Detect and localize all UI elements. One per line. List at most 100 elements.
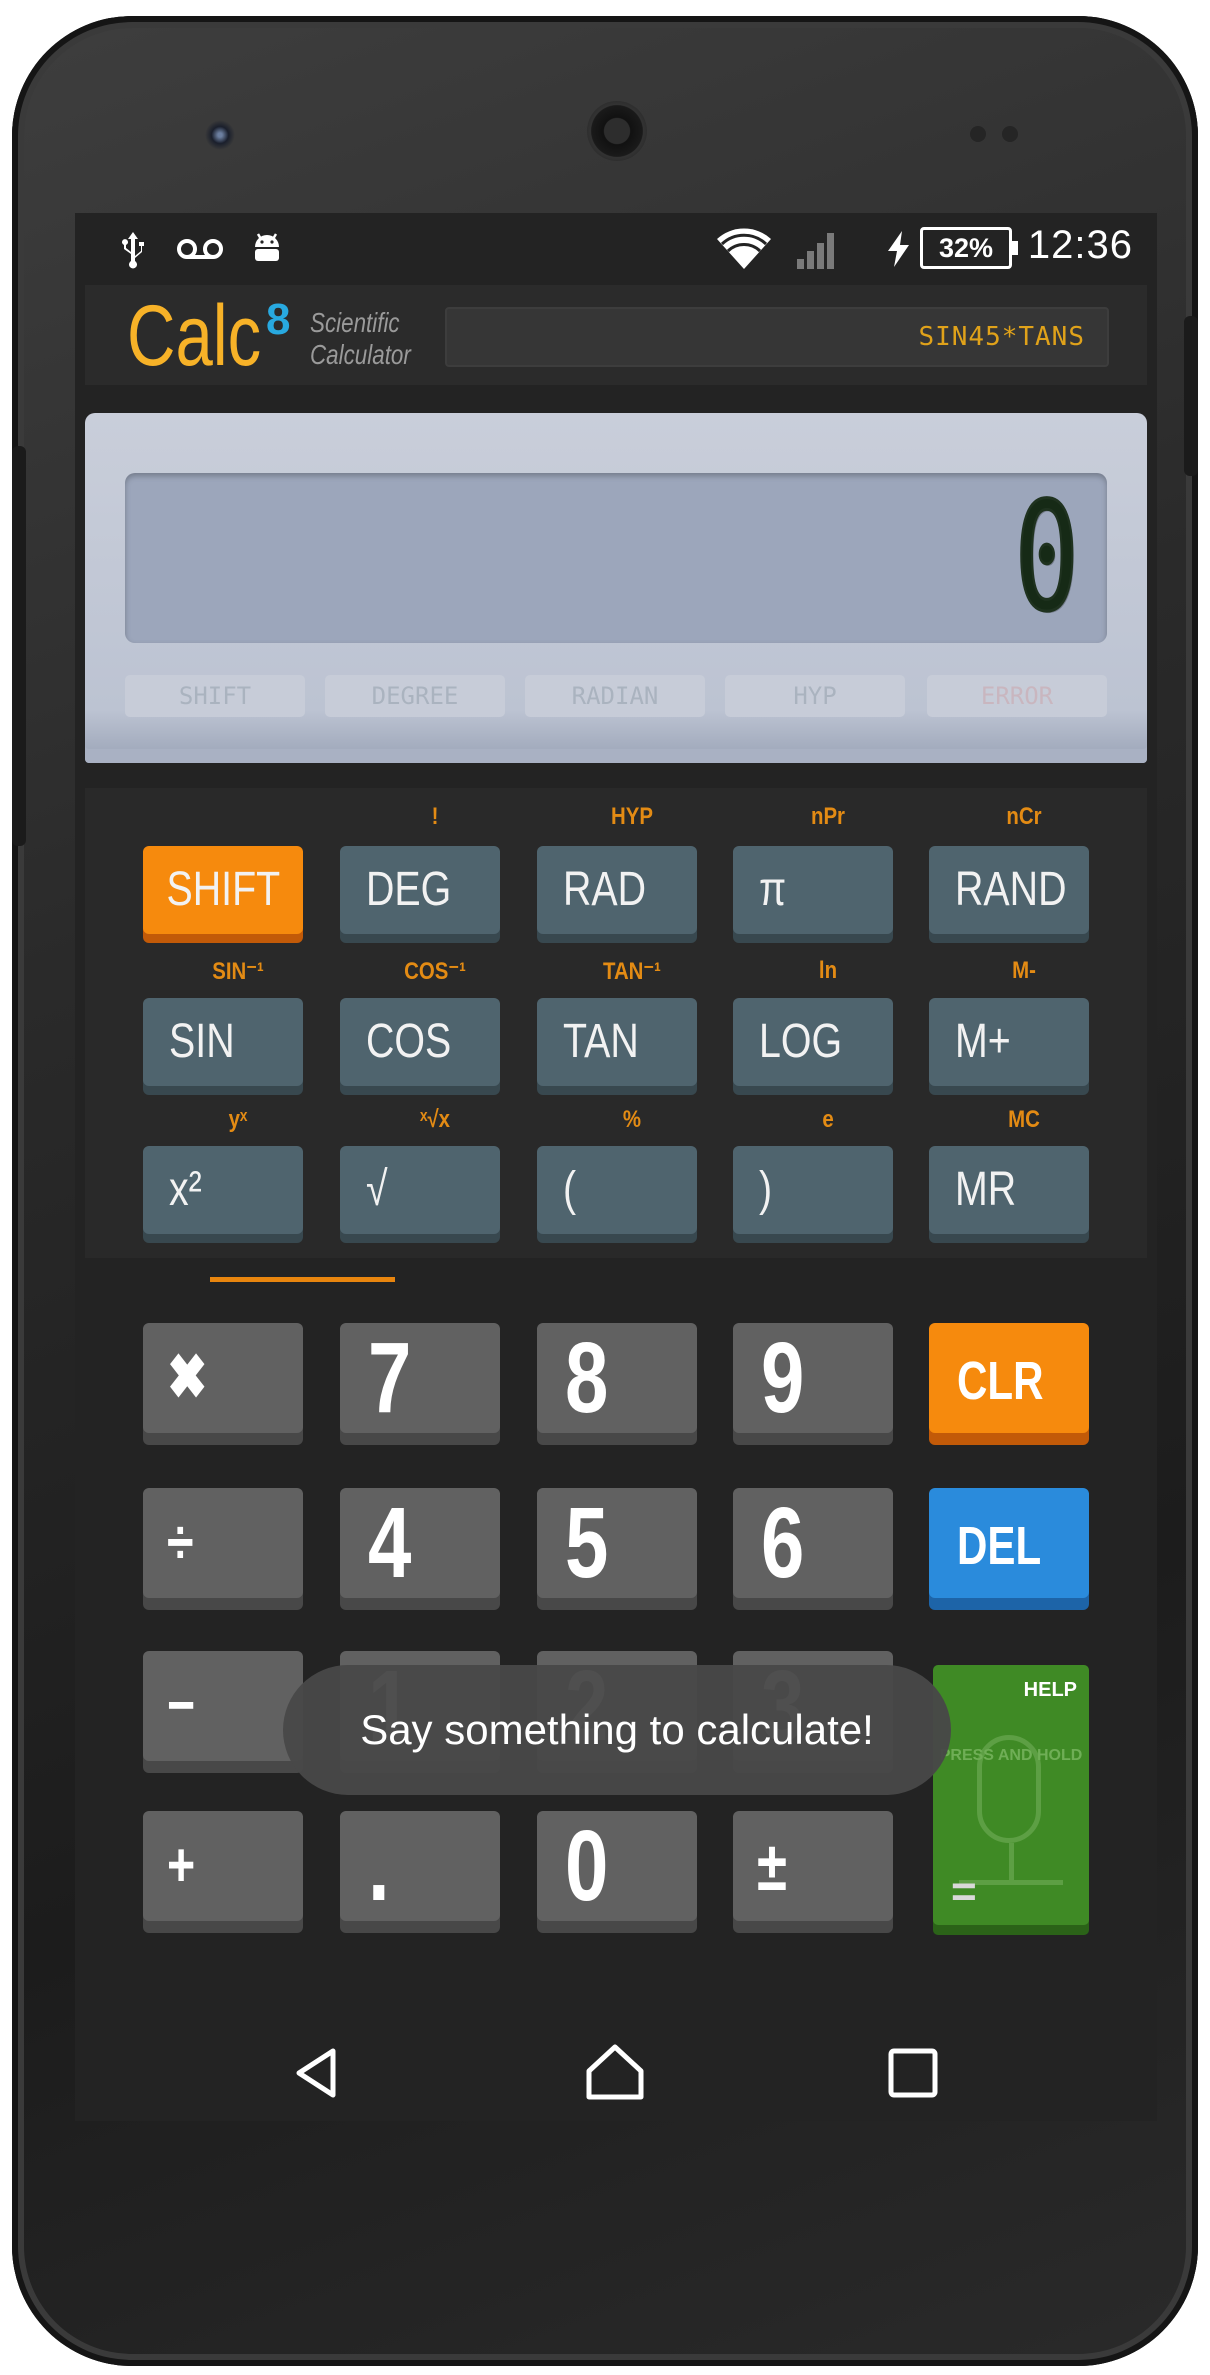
plus-label: + <box>167 1831 196 1900</box>
page-indicator <box>210 1277 395 1282</box>
divide-button[interactable]: ÷ <box>143 1488 303 1598</box>
shift-button[interactable]: SHIFT <box>143 846 303 934</box>
display-frame: 0 SHIFT DEGREE RADIAN HYP ERROR <box>85 413 1147 763</box>
close-paren-button[interactable]: ) <box>733 1146 893 1234</box>
fn-label-e: e <box>822 1106 834 1133</box>
sin-button[interactable]: SIN <box>143 998 303 1086</box>
clear-button[interactable]: CLR <box>929 1323 1089 1433</box>
digit-9-button[interactable]: 9 <box>733 1323 893 1433</box>
voice-equals-button[interactable]: HELP PRESS AND HOLD = <box>933 1665 1089 1925</box>
cos-button[interactable]: COS <box>340 998 500 1086</box>
tan-button[interactable]: TAN <box>537 998 697 1086</box>
fn-label-ncr: nCr <box>1006 803 1042 830</box>
decimal-button[interactable]: . <box>340 1811 500 1921</box>
digit-5-button[interactable]: 5 <box>537 1488 697 1598</box>
tagline-line-2: Calculator <box>310 339 411 370</box>
recents-icon[interactable] <box>881 2041 945 2105</box>
delete-label: DEL <box>957 1516 1042 1576</box>
indicator-hyp: HYP <box>725 675 905 717</box>
earpiece-speaker <box>587 101 647 161</box>
fn-label-atan: TAN⁻¹ <box>603 958 661 985</box>
sin-label: SIN <box>169 1015 235 1068</box>
sqrt-label: √ <box>366 1163 388 1216</box>
digit-0-label: 0 <box>565 1810 609 1922</box>
lcd-display[interactable]: 0 <box>125 473 1107 643</box>
divide-label: ÷ <box>167 1508 194 1577</box>
app-header: Calc 8 Scientific Calculator SIN45*TANS <box>85 285 1147 385</box>
fn-label-power: yˣ <box>228 1106 248 1133</box>
press-and-hold-hint: PRESS AND HOLD <box>939 1747 1083 1764</box>
mr-label: MR <box>955 1163 1017 1216</box>
home-icon[interactable] <box>583 2041 647 2105</box>
history-display[interactable]: SIN45*TANS <box>445 307 1109 367</box>
plus-minus-label: ± <box>757 1827 787 1905</box>
front-camera <box>205 120 235 150</box>
memory-add-button[interactable]: M+ <box>929 998 1089 1086</box>
deg-label: DEG <box>366 863 452 916</box>
navigation-bar <box>75 2021 1157 2121</box>
indicator-shift: SHIFT <box>125 675 305 717</box>
equals-label: = <box>951 1867 977 1916</box>
deg-button[interactable]: DEG <box>340 846 500 934</box>
indicator-error: ERROR <box>927 675 1107 717</box>
cell-signal-icon <box>797 233 834 269</box>
digit-5-label: 5 <box>565 1487 609 1599</box>
wifi-icon <box>717 228 771 269</box>
screen: 32% 12:36 Calc 8 Scientific Calculator S… <box>75 213 1157 2121</box>
pi-button[interactable]: π <box>733 846 893 934</box>
cos-label: COS <box>366 1015 452 1068</box>
shift-label: SHIFT <box>166 863 280 916</box>
clear-label: CLR <box>957 1351 1044 1411</box>
back-icon[interactable] <box>285 2041 349 2105</box>
fn-label-hyp: HYP <box>611 803 653 830</box>
close-paren-label: ) <box>759 1163 773 1216</box>
charging-icon <box>888 231 909 267</box>
status-bar: 32% 12:36 <box>75 213 1157 285</box>
rad-button[interactable]: RAD <box>537 846 697 934</box>
digit-4-label: 4 <box>368 1487 412 1599</box>
delete-button[interactable]: DEL <box>929 1488 1089 1598</box>
multiply-label: ✖ <box>167 1343 208 1412</box>
square-button[interactable]: x² <box>143 1146 303 1234</box>
decimal-label: . <box>368 1810 390 1922</box>
open-paren-label: ( <box>563 1163 577 1216</box>
plus-button[interactable]: + <box>143 1811 303 1921</box>
digit-8-button[interactable]: 8 <box>537 1323 697 1433</box>
log-button[interactable]: LOG <box>733 998 893 1086</box>
memory-recall-button[interactable]: MR <box>929 1146 1089 1234</box>
multiply-button[interactable]: ✖ <box>143 1323 303 1433</box>
plus-minus-button[interactable]: ± <box>733 1811 893 1921</box>
digit-9-label: 9 <box>761 1322 805 1434</box>
fn-label-mminus: M- <box>1012 957 1036 984</box>
rand-label: RAND <box>955 863 1067 916</box>
fn-label-ln: ln <box>818 957 838 984</box>
mplus-label: M+ <box>955 1015 1011 1068</box>
indicator-degree: DEGREE <box>325 675 505 717</box>
minus-button[interactable]: − <box>143 1651 303 1761</box>
tagline-line-1: Scientific <box>310 307 400 338</box>
digit-6-button[interactable]: 6 <box>733 1488 893 1598</box>
open-paren-button[interactable]: ( <box>537 1146 697 1234</box>
digit-0-button[interactable]: 0 <box>537 1811 697 1921</box>
help-label[interactable]: HELP <box>1024 1679 1077 1702</box>
square-label: x² <box>169 1163 202 1216</box>
toast-message: Say something to calculate! <box>283 1665 951 1795</box>
log-label: LOG <box>759 1015 843 1068</box>
indicator-radian: RADIAN <box>525 675 705 717</box>
digit-7-label: 7 <box>368 1322 412 1434</box>
app-logo-superscript: 8 <box>266 295 291 344</box>
fn-label-factorial: ! <box>431 803 439 830</box>
digit-4-button[interactable]: 4 <box>340 1488 500 1598</box>
microphone-stand <box>1009 1843 1014 1883</box>
digit-7-button[interactable]: 7 <box>340 1323 500 1433</box>
usb-icon <box>122 232 144 269</box>
sqrt-button[interactable]: √ <box>340 1146 500 1234</box>
fn-label-asin: SIN⁻¹ <box>212 958 264 985</box>
fn-label-mc: MC <box>1008 1106 1040 1133</box>
rand-button[interactable]: RAND <box>929 846 1089 934</box>
app-logo: Calc <box>127 288 262 384</box>
power-button <box>1184 316 1198 476</box>
digit-8-label: 8 <box>565 1322 609 1434</box>
digit-6-label: 6 <box>761 1487 805 1599</box>
rad-label: RAD <box>563 863 647 916</box>
